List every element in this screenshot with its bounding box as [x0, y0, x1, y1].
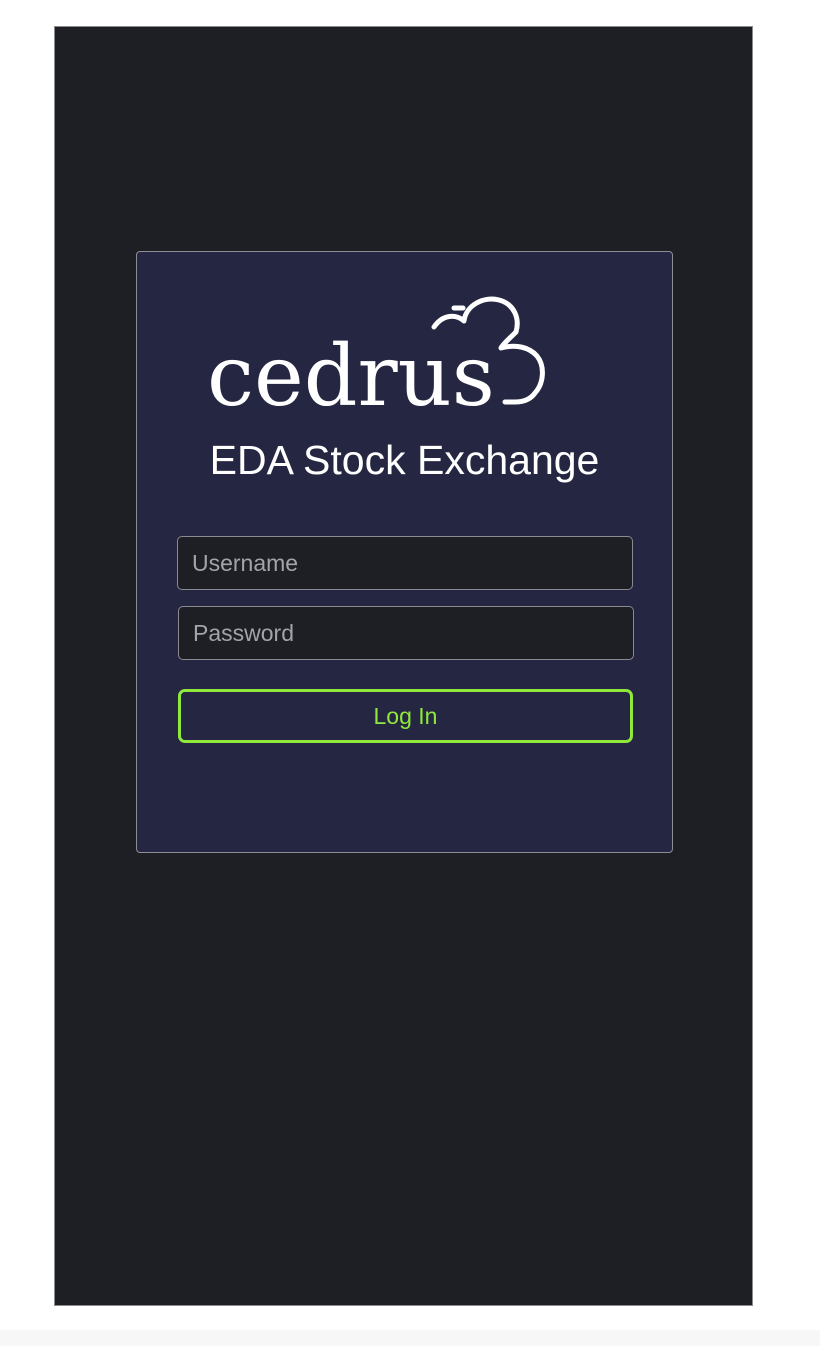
cedrus-logo: cedrus: [207, 292, 607, 417]
username-field[interactable]: [177, 536, 633, 590]
logo-wordmark: cedrus: [207, 327, 495, 417]
login-button[interactable]: Log In: [178, 689, 633, 743]
app-screen: cedrus EDA Stock Exchange Log In: [54, 26, 753, 1306]
login-card: cedrus EDA Stock Exchange Log In: [136, 251, 673, 853]
app-title: EDA Stock Exchange: [209, 437, 600, 483]
password-field[interactable]: [178, 606, 634, 660]
bottom-strip: [0, 1330, 820, 1346]
